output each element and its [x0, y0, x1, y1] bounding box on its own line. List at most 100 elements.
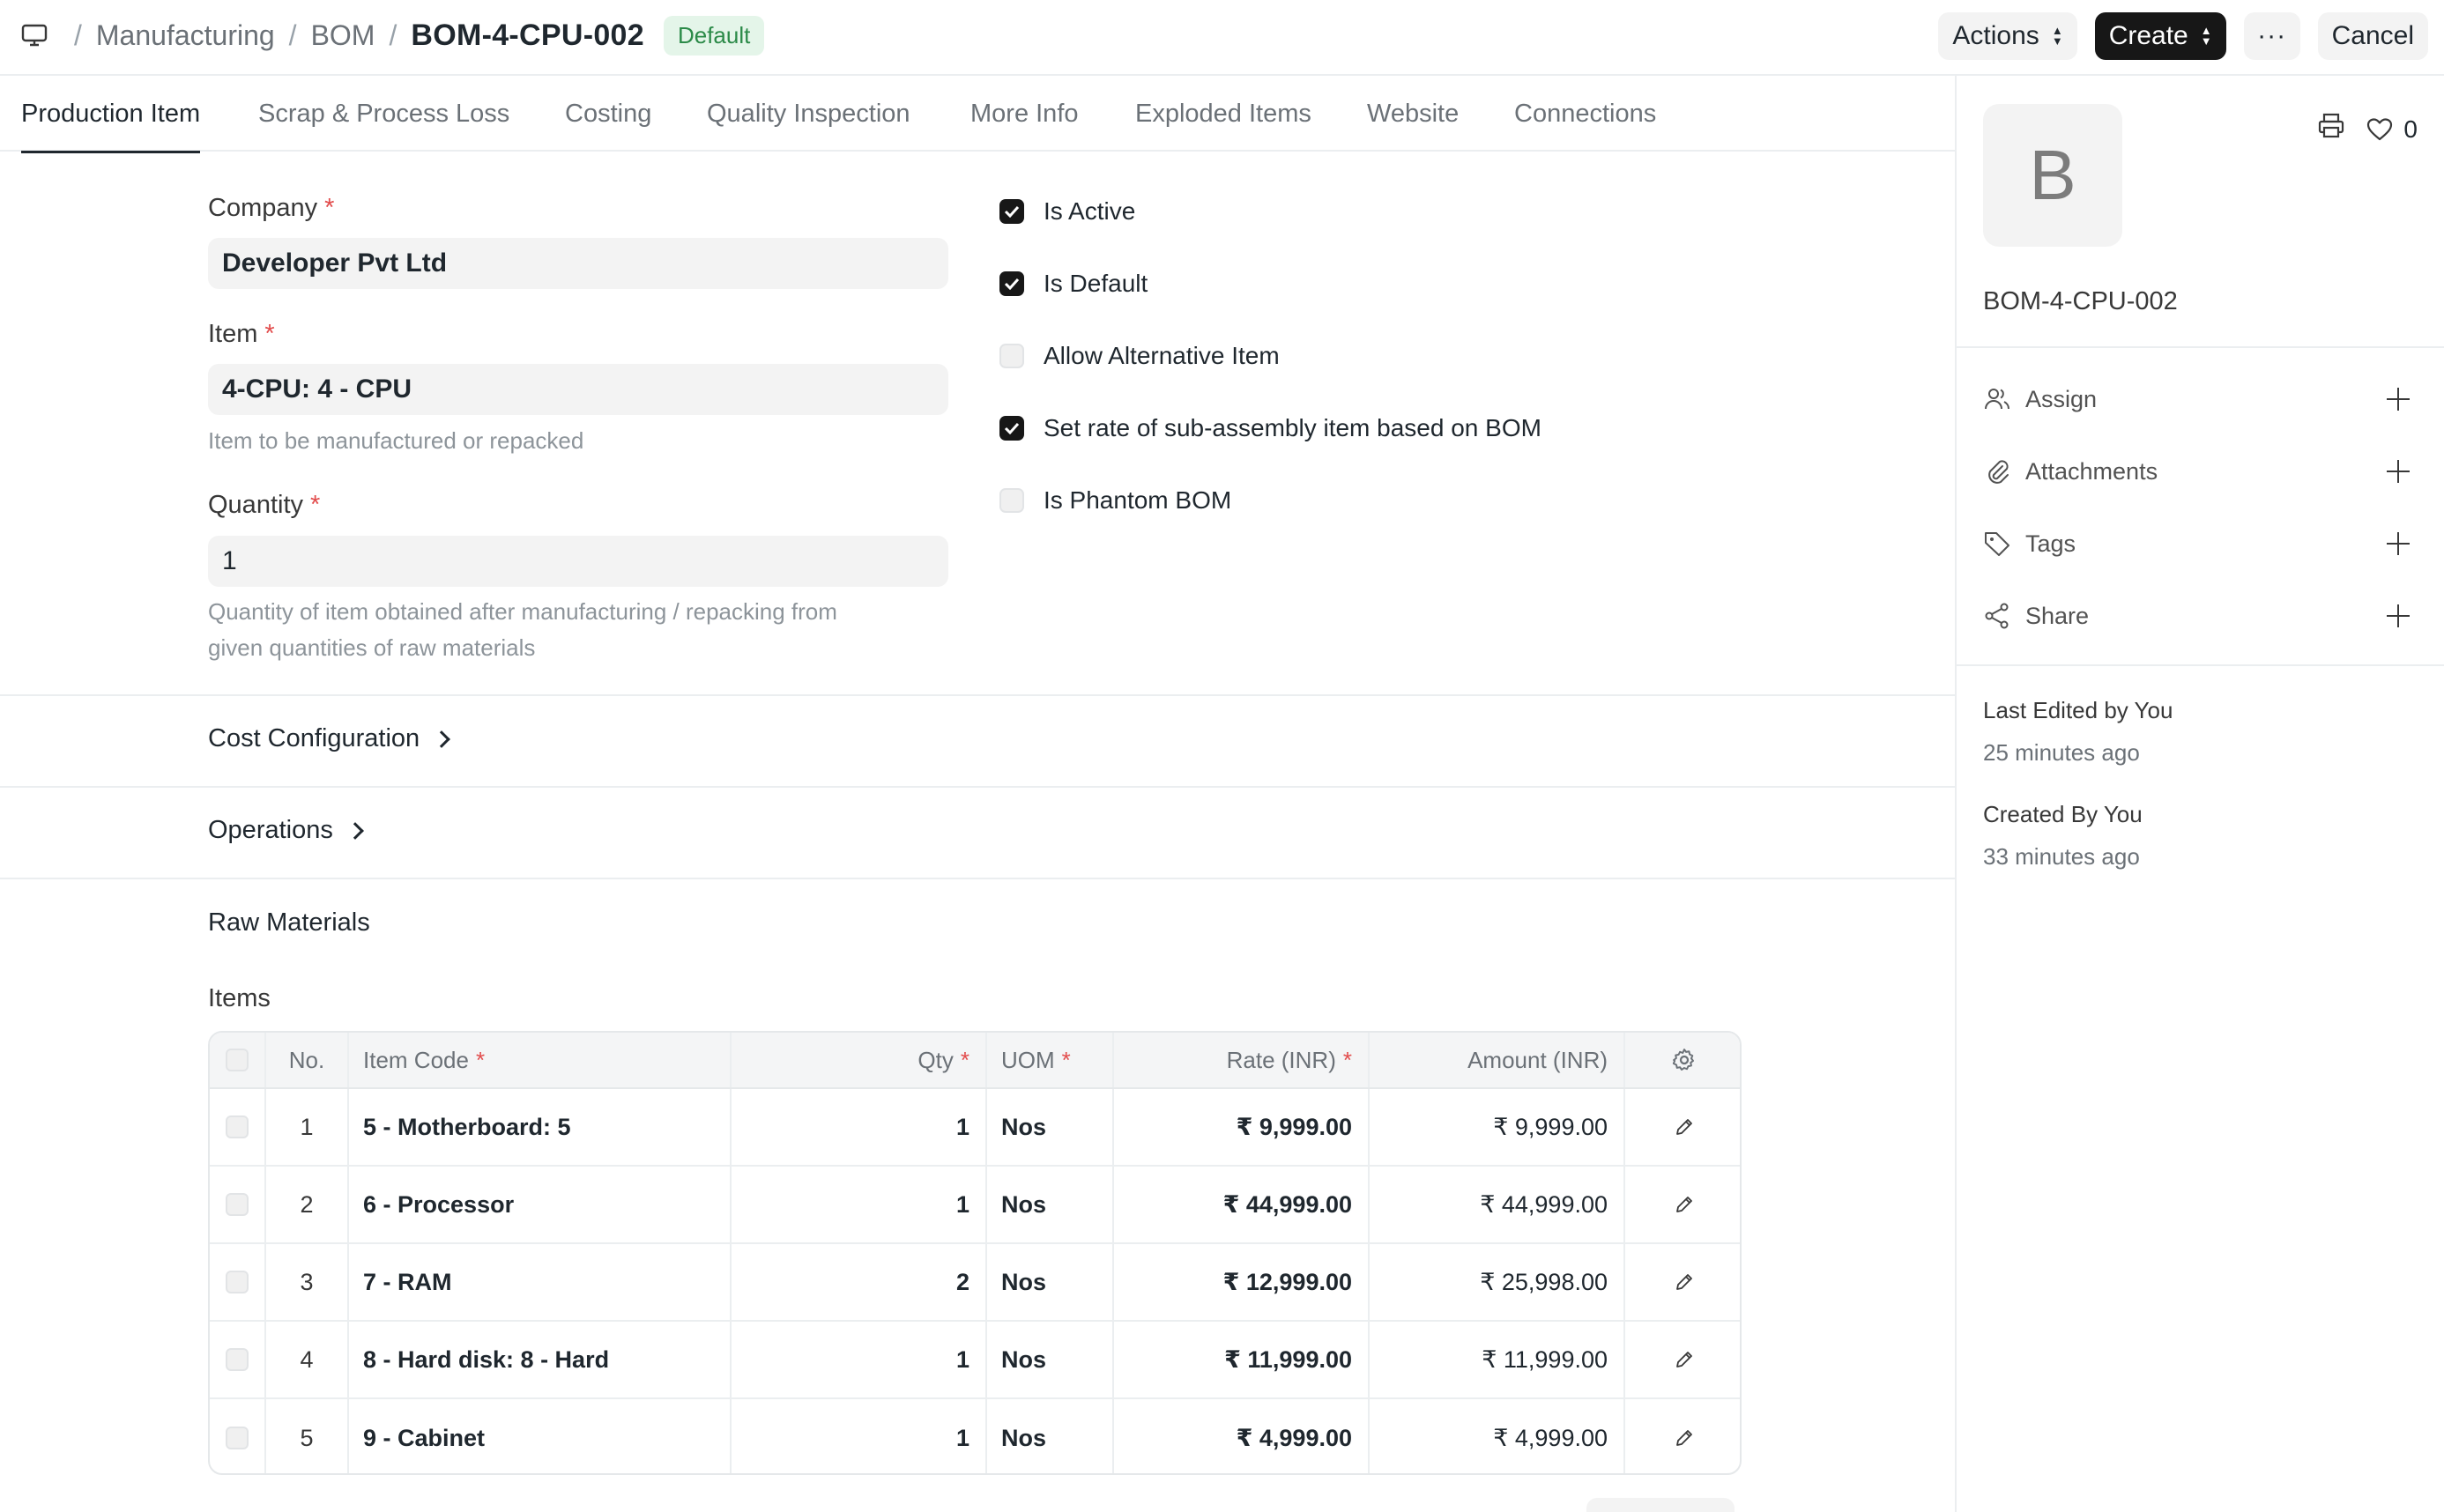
table-row[interactable]: 2 6 - Processor 1 Nos ₹ 44,999.00 ₹ 44,9… [210, 1167, 1740, 1244]
create-button[interactable]: Create ▲ ▼ [2094, 12, 2226, 60]
row-checkbox[interactable] [226, 1427, 249, 1449]
row-item-code[interactable]: 6 - Processor [349, 1167, 732, 1242]
sidebar-item-tags[interactable]: Tags [1983, 522, 2415, 566]
required-mark: * [475, 1046, 486, 1073]
created-label: Created By You [1983, 801, 2143, 827]
row-qty[interactable]: 1 [732, 1322, 987, 1397]
item-field[interactable]: 4-CPU: 4 - CPU [208, 364, 948, 415]
row-edit-button[interactable] [1625, 1167, 1740, 1242]
gear-icon [1672, 1049, 1694, 1071]
breadcrumb-manufacturing[interactable]: Manufacturing [96, 19, 275, 52]
tab-production-item[interactable]: Production Item [21, 76, 201, 153]
row-qty[interactable]: 1 [732, 1089, 987, 1165]
row-rate[interactable]: ₹ 9,999.00 [1114, 1089, 1370, 1165]
table-action-button[interactable] [1586, 1498, 1735, 1512]
table-row[interactable]: 4 8 - Hard disk: 8 - Hard 1 Nos ₹ 11,999… [210, 1322, 1740, 1399]
desktop-icon[interactable] [21, 23, 48, 48]
allow-alternative-item-checkbox[interactable]: Allow Alternative Item [999, 342, 1280, 370]
operations-section[interactable]: Operations [208, 816, 364, 845]
column-settings-button[interactable] [1625, 1033, 1740, 1087]
row-edit-button[interactable] [1625, 1244, 1740, 1320]
tab-exploded-items[interactable]: Exploded Items [1135, 76, 1311, 152]
last-edited-label: Last Edited by You [1983, 697, 2173, 723]
tab-quality-inspection[interactable]: Quality Inspection [707, 76, 910, 152]
header-rate: Rate (INR) * [1114, 1033, 1370, 1087]
row-item-code[interactable]: 5 - Motherboard: 5 [349, 1089, 732, 1165]
row-qty[interactable]: 1 [732, 1399, 987, 1473]
row-edit-button[interactable] [1625, 1322, 1740, 1397]
plus-icon[interactable] [2381, 599, 2415, 633]
row-edit-button[interactable] [1625, 1089, 1740, 1165]
is-active-label: Is Active [1044, 197, 1136, 225]
row-uom[interactable]: Nos [987, 1167, 1114, 1242]
tab-costing[interactable]: Costing [565, 76, 651, 152]
plus-icon[interactable] [2381, 455, 2415, 488]
row-rate[interactable]: ₹ 4,999.00 [1114, 1399, 1370, 1473]
row-uom[interactable]: Nos [987, 1089, 1114, 1165]
row-uom[interactable]: Nos [987, 1244, 1114, 1320]
sidebar-item-share[interactable]: Share [1983, 594, 2415, 638]
plus-icon[interactable] [2381, 527, 2415, 560]
cost-configuration-section[interactable]: Cost Configuration [208, 724, 451, 753]
more-options-button[interactable]: ··· [2243, 12, 2300, 60]
print-icon[interactable] [2317, 113, 2345, 145]
row-checkbox[interactable] [226, 1271, 249, 1293]
row-rate[interactable]: ₹ 11,999.00 [1114, 1322, 1370, 1397]
row-amount: ₹ 44,999.00 [1370, 1167, 1625, 1242]
row-select-cell [210, 1399, 266, 1473]
row-uom[interactable]: Nos [987, 1322, 1114, 1397]
row-checkbox[interactable] [226, 1115, 249, 1138]
status-badge: Default [663, 15, 765, 56]
row-item-code[interactable]: 8 - Hard disk: 8 - Hard [349, 1322, 732, 1397]
empty-checkbox-icon [999, 344, 1024, 368]
row-no: 2 [266, 1167, 349, 1242]
row-checkbox[interactable] [226, 1193, 249, 1216]
table-row[interactable]: 1 5 - Motherboard: 5 1 Nos ₹ 9,999.00 ₹ … [210, 1089, 1740, 1167]
allow-alternative-item-label: Allow Alternative Item [1044, 342, 1280, 369]
tab-connections[interactable]: Connections [1514, 76, 1656, 152]
tab-scrap-process-loss[interactable]: Scrap & Process Loss [258, 76, 509, 152]
ellipsis-icon: ··· [2257, 21, 2287, 50]
heart-icon [2367, 117, 2393, 140]
row-checkbox[interactable] [226, 1348, 249, 1371]
row-rate[interactable]: ₹ 12,999.00 [1114, 1244, 1370, 1320]
created-time: 33 minutes ago [1983, 843, 2140, 870]
tab-more-info[interactable]: More Info [970, 76, 1079, 152]
chevron-right-icon [433, 730, 451, 748]
set-rate-sub-assembly-label: Set rate of sub-assembly item based on B… [1044, 414, 1541, 441]
row-edit-button[interactable] [1625, 1399, 1740, 1473]
sidebar-item-label: Tags [2025, 530, 2076, 557]
quantity-field[interactable]: 1 [208, 536, 948, 587]
plus-icon[interactable] [2381, 382, 2415, 416]
is-active-checkbox[interactable]: Is Active [999, 197, 1135, 226]
table-row[interactable]: 3 7 - RAM 2 Nos ₹ 12,999.00 ₹ 25,998.00 [210, 1244, 1740, 1322]
avatar[interactable]: B [1983, 104, 2122, 247]
set-rate-sub-assembly-checkbox[interactable]: Set rate of sub-assembly item based on B… [999, 414, 1541, 442]
company-field[interactable]: Developer Pvt Ltd [208, 238, 948, 289]
checkmark-icon [999, 271, 1024, 296]
actions-button[interactable]: Actions ▲ ▼ [1938, 12, 2077, 60]
row-qty[interactable]: 1 [732, 1167, 987, 1242]
select-all-checkbox[interactable] [226, 1049, 249, 1071]
breadcrumb-bom[interactable]: BOM [311, 19, 375, 52]
like-button[interactable]: 0 [2366, 115, 2418, 144]
pencil-icon [1676, 1430, 1692, 1446]
row-uom[interactable]: Nos [987, 1399, 1114, 1473]
breadcrumb-separator: / [288, 19, 297, 51]
tab-website[interactable]: Website [1367, 76, 1459, 152]
cancel-button[interactable]: Cancel [2317, 12, 2428, 60]
row-item-code[interactable]: 7 - RAM [349, 1244, 732, 1320]
updown-caret-icon: ▲ ▼ [2200, 24, 2212, 48]
row-qty[interactable]: 2 [732, 1244, 987, 1320]
header-uom: UOM * [987, 1033, 1114, 1087]
sidebar-item-attachments[interactable]: Attachments [1983, 449, 2415, 493]
is-phantom-bom-checkbox[interactable]: Is Phantom BOM [999, 486, 1231, 515]
sidebar-item-assign[interactable]: Assign [1983, 377, 2415, 421]
row-item-code[interactable]: 9 - Cabinet [349, 1399, 732, 1473]
is-default-checkbox[interactable]: Is Default [999, 270, 1148, 298]
table-row[interactable]: 5 9 - Cabinet 1 Nos ₹ 4,999.00 ₹ 4,999.0… [210, 1399, 1740, 1473]
row-rate[interactable]: ₹ 44,999.00 [1114, 1167, 1370, 1242]
raw-materials-section-title: Raw Materials [208, 908, 370, 937]
quantity-help-line-2: given quantities of raw materials [208, 634, 536, 661]
breadcrumb-separator: / [74, 19, 82, 51]
